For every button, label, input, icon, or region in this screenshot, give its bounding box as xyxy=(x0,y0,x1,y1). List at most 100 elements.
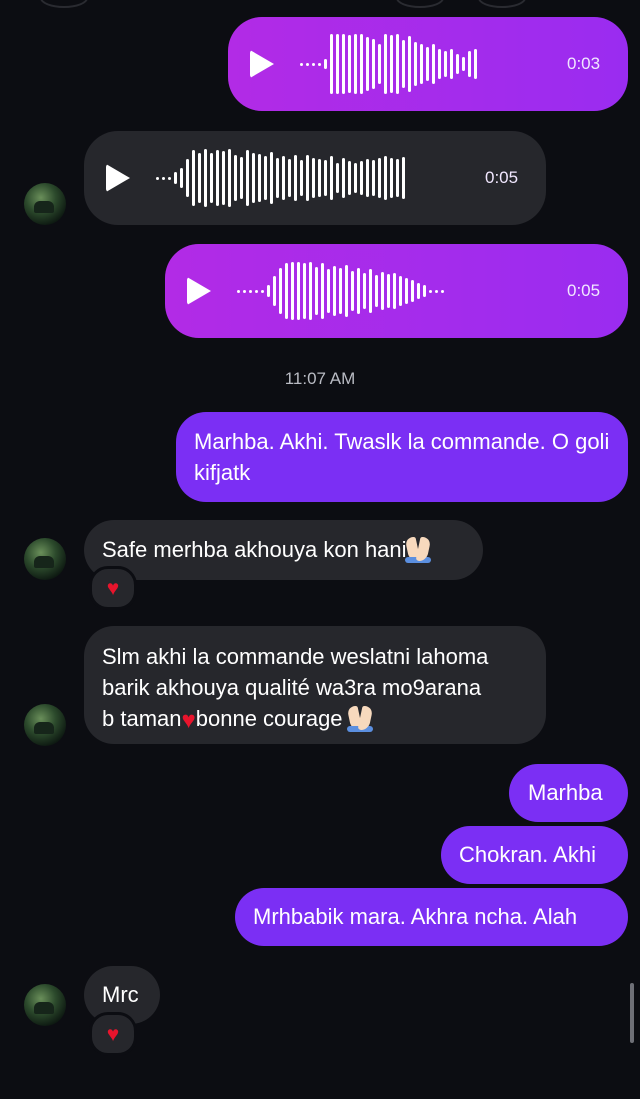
wave-bar xyxy=(300,160,303,196)
play-icon[interactable] xyxy=(106,164,130,192)
wave-bar xyxy=(450,49,453,79)
wave-bar xyxy=(216,150,219,206)
play-icon[interactable] xyxy=(187,277,211,305)
voice-duration: 0:03 xyxy=(567,54,601,73)
wave-bar xyxy=(174,172,177,184)
wave-bar xyxy=(276,158,279,198)
wave-bar xyxy=(180,168,183,188)
wave-bar xyxy=(294,155,297,201)
wave-bar xyxy=(303,263,306,319)
wave-bar xyxy=(309,262,312,320)
sent-message[interactable]: Chokran. Akhi xyxy=(441,826,628,884)
contact-avatar[interactable] xyxy=(24,704,66,746)
sent-message[interactable]: Marhba xyxy=(509,764,628,822)
wave-bar xyxy=(390,35,393,93)
wave-bar xyxy=(192,150,195,206)
wave-bar xyxy=(315,267,318,315)
wave-bar xyxy=(333,266,336,316)
wave-bar xyxy=(426,47,429,81)
message-timestamp: 11:07 AM xyxy=(284,369,356,388)
wave-bar xyxy=(438,49,441,79)
cropped-avatar-left xyxy=(40,0,88,8)
wave-bar xyxy=(408,36,411,92)
folded-hands-emoji xyxy=(346,704,373,732)
message-text: Mrc xyxy=(102,982,139,1007)
wave-bar xyxy=(324,160,327,196)
contact-avatar[interactable] xyxy=(24,183,66,225)
received-message[interactable]: Slm akhi la commande weslatni lahoma bar… xyxy=(84,626,546,744)
wave-bar xyxy=(432,44,435,84)
wave-bar xyxy=(354,34,357,94)
wave-bar xyxy=(384,156,387,200)
wave-bar xyxy=(360,161,363,195)
voice-waveform[interactable] xyxy=(156,146,408,210)
wave-bar xyxy=(273,276,276,306)
received-message[interactable]: Safe merhba akhouya kon hani xyxy=(84,520,483,580)
wave-bar xyxy=(267,285,270,297)
message-line: Slm akhi la commande weslatni lahoma xyxy=(102,644,489,669)
wave-bar xyxy=(330,156,333,200)
wave-bar xyxy=(318,159,321,197)
scrollbar[interactable] xyxy=(630,983,634,1043)
wave-bar xyxy=(360,34,363,94)
wave-bar xyxy=(363,273,366,309)
message-line: barik akhouya qualité wa3ra mo9arana xyxy=(102,675,482,700)
wave-dot xyxy=(237,289,240,293)
wave-bar xyxy=(327,269,330,313)
wave-dot xyxy=(156,176,159,180)
wave-bar xyxy=(228,149,231,207)
wave-bar xyxy=(456,54,459,74)
wave-bar xyxy=(348,161,351,195)
folded-hands-emoji xyxy=(404,535,431,563)
wave-bar xyxy=(396,159,399,197)
wave-bar xyxy=(414,42,417,86)
wave-bar xyxy=(222,151,225,205)
wave-bar xyxy=(399,276,402,306)
received-voice-message[interactable]: 0:05 xyxy=(84,131,546,225)
wave-bar xyxy=(393,273,396,309)
wave-bar xyxy=(282,156,285,200)
wave-bar xyxy=(420,44,423,84)
wave-dot xyxy=(318,62,321,66)
message-text: Marhba xyxy=(528,780,603,805)
sent-voice-message[interactable]: 0:05 xyxy=(165,244,628,338)
cropped-avatar-right-2 xyxy=(478,0,526,8)
wave-bar xyxy=(387,274,390,308)
wave-bar xyxy=(417,283,420,299)
wave-bar xyxy=(198,153,201,203)
voice-waveform[interactable] xyxy=(300,32,480,96)
wave-bar xyxy=(336,34,339,94)
contact-avatar[interactable] xyxy=(24,538,66,580)
wave-bar xyxy=(240,157,243,199)
contact-avatar[interactable] xyxy=(24,984,66,1026)
wave-bar xyxy=(258,154,261,202)
sent-message[interactable]: Mrhbabik mara. Akhra ncha. Alah xyxy=(235,888,628,946)
wave-bar xyxy=(423,285,426,297)
wave-bar xyxy=(321,263,324,319)
wave-bar xyxy=(444,51,447,77)
wave-bar xyxy=(369,269,372,313)
wave-bar xyxy=(396,34,399,94)
wave-bar xyxy=(354,163,357,193)
sent-message[interactable]: Marhba. Akhi. Twaslk la commande. O goli… xyxy=(176,412,628,502)
heart-icon: ♥ xyxy=(106,576,120,600)
wave-bar xyxy=(204,149,207,207)
sent-voice-message[interactable]: 0:03 xyxy=(228,17,628,111)
wave-bar xyxy=(378,44,381,84)
wave-dot xyxy=(429,289,432,293)
wave-bar xyxy=(186,159,189,197)
voice-duration: 0:05 xyxy=(485,168,519,187)
wave-dot xyxy=(162,176,165,180)
wave-bar xyxy=(390,158,393,198)
play-icon[interactable] xyxy=(250,50,274,78)
wave-dot xyxy=(306,62,309,66)
cropped-avatar-right-1 xyxy=(396,0,444,8)
wave-dot xyxy=(243,289,246,293)
voice-waveform[interactable] xyxy=(237,259,447,323)
wave-bar xyxy=(336,163,339,193)
heart-reaction[interactable]: ♥ xyxy=(89,566,137,610)
wave-bar xyxy=(411,280,414,302)
wave-dot xyxy=(249,289,252,293)
wave-bar xyxy=(357,268,360,314)
heart-reaction[interactable]: ♥ xyxy=(89,1012,137,1056)
